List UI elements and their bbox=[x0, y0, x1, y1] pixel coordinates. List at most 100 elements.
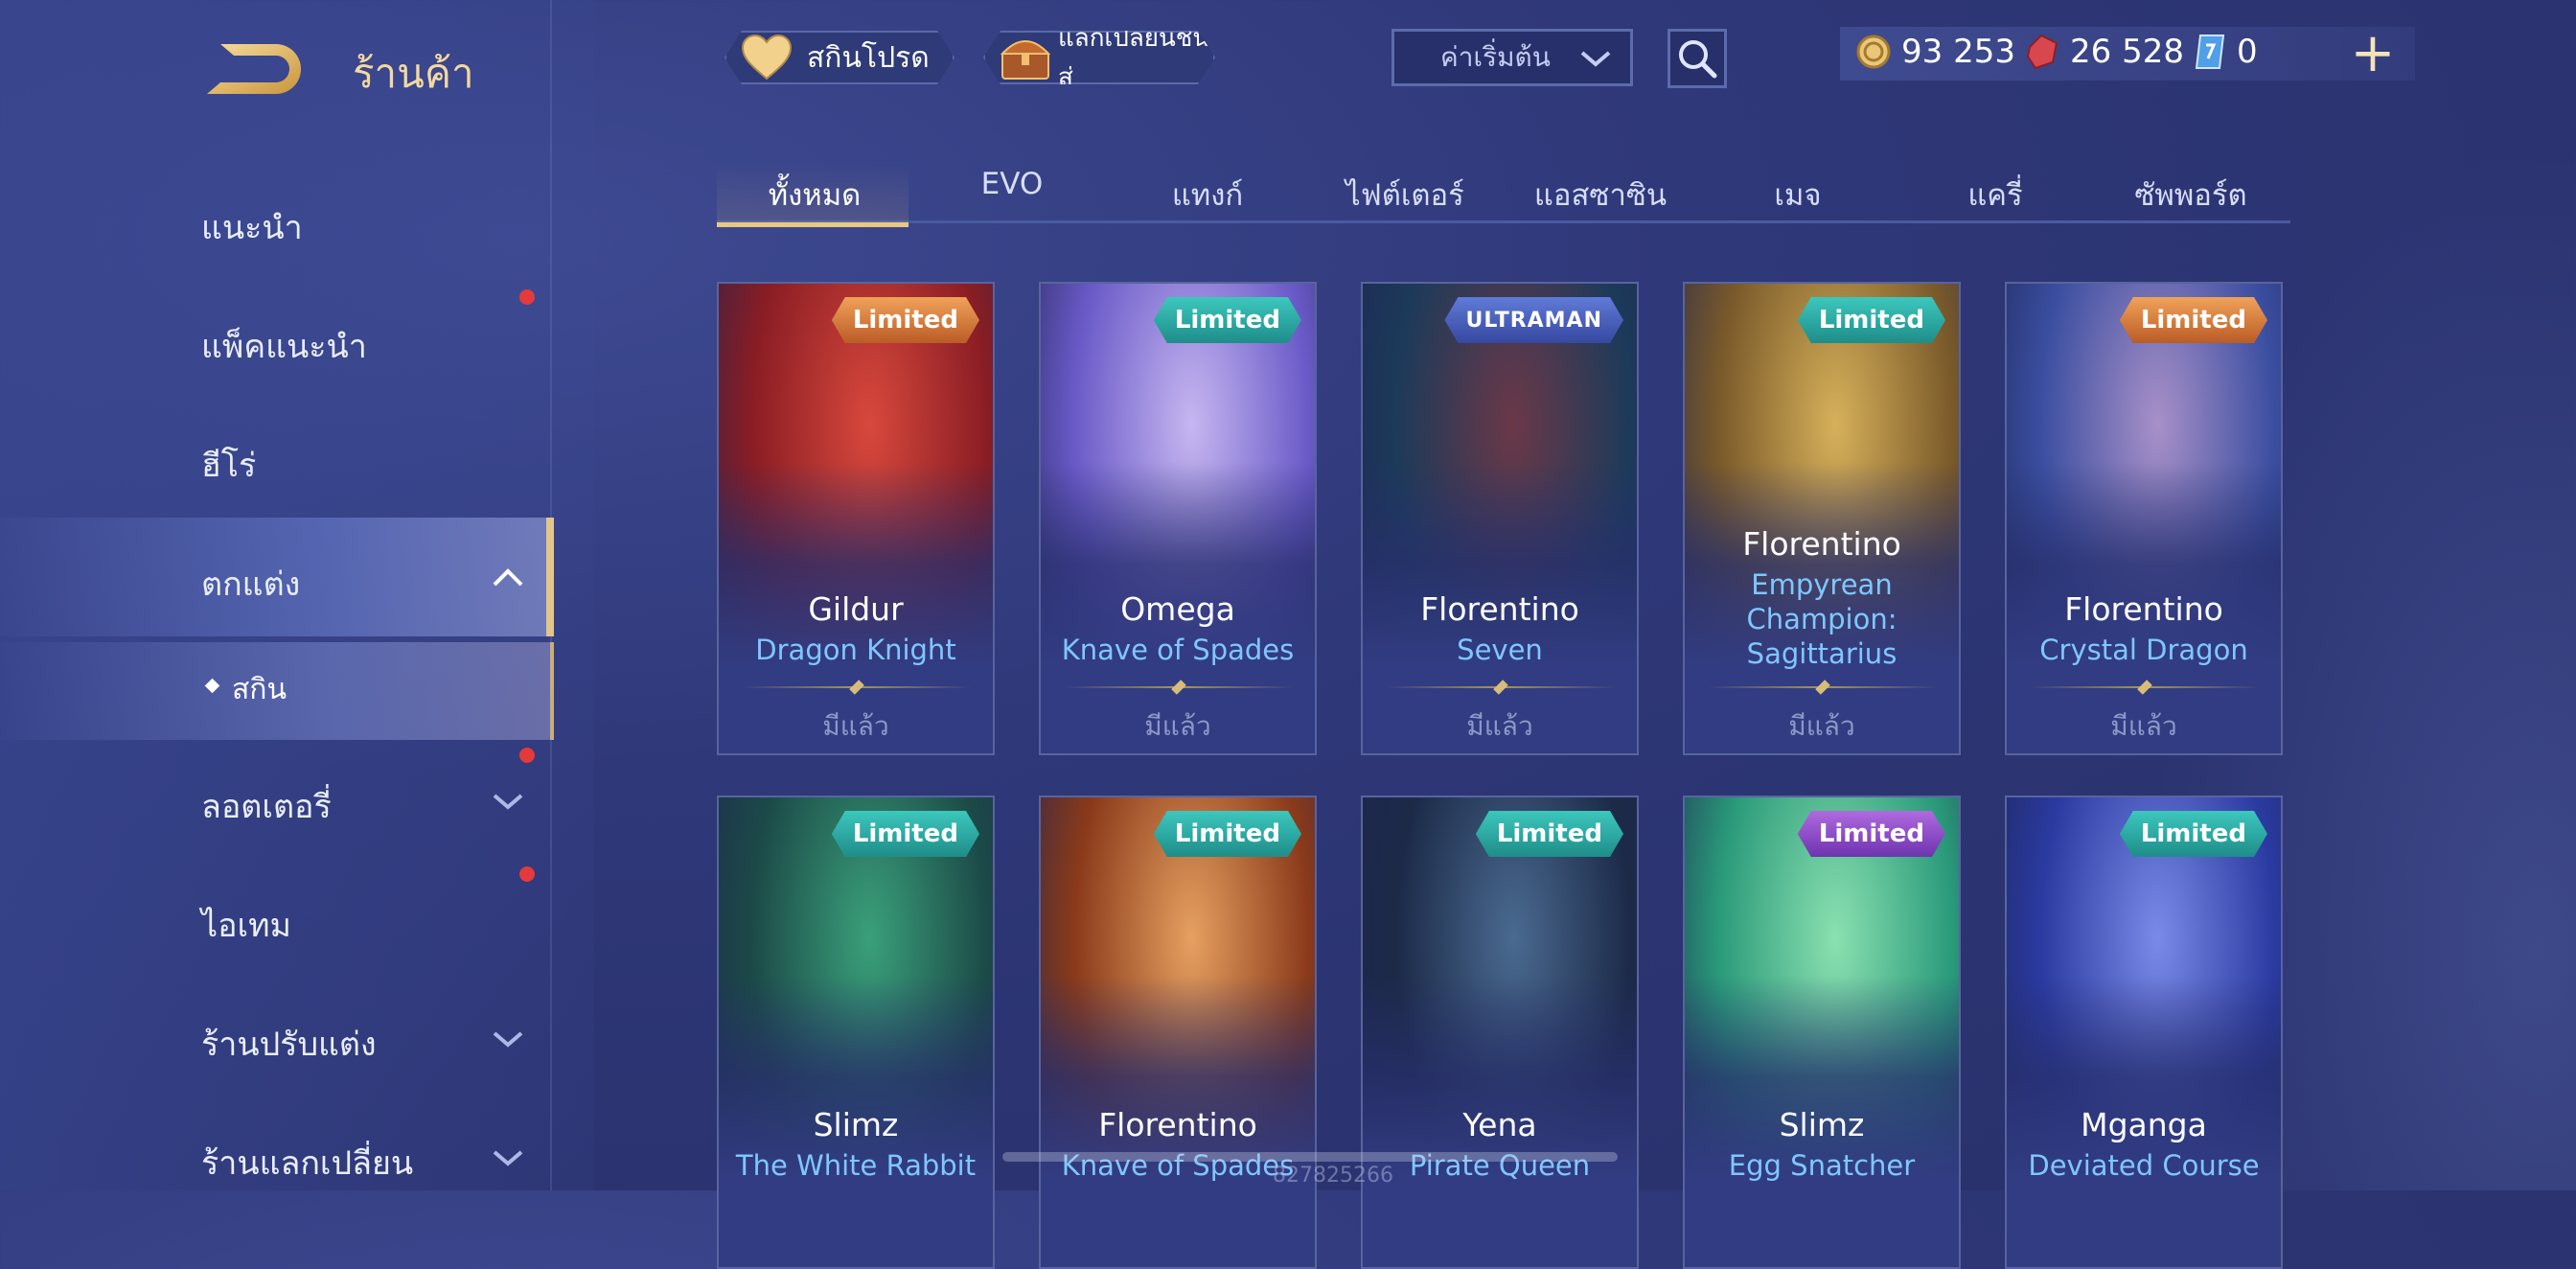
tab-fighter[interactable]: ไฟต์เตอร์ bbox=[1307, 163, 1503, 220]
back-button[interactable] bbox=[201, 36, 309, 96]
limited-badge: Limited bbox=[2120, 811, 2267, 857]
tab-label: เมจ bbox=[1774, 178, 1822, 213]
sidebar-item-items[interactable]: ไอเทม bbox=[0, 866, 554, 962]
skin-name: Empyrean Champion: Sagittarius bbox=[1746, 568, 1898, 670]
category-tabs: ทั้งหมด EVO แทงก์ ไฟต์เตอร์ แอสซาซิน เมจ… bbox=[717, 163, 2290, 227]
diamond-bullet-icon bbox=[204, 678, 220, 694]
limited-badge: Limited bbox=[2120, 297, 2267, 343]
skin-card[interactable]: Limited Omega Knave of Spades มีแล้ว bbox=[1039, 282, 1317, 755]
back-arrow-icon bbox=[207, 44, 301, 94]
tab-mage[interactable]: เมจ bbox=[1700, 163, 1896, 220]
skin-card[interactable]: Limited Slimz The White Rabbit bbox=[717, 796, 995, 1269]
sidebar-item-label: ลอตเตอรี่ bbox=[201, 788, 332, 826]
owned-status: มีแล้ว bbox=[1466, 710, 1533, 742]
ruby-gem-icon bbox=[2024, 34, 2060, 70]
skin-card[interactable]: Limited Yena Pirate Queen bbox=[1361, 796, 1639, 1269]
sidebar-item-label: ฮีโร่ bbox=[201, 447, 257, 485]
horizontal-scrollbar[interactable] bbox=[1002, 1152, 1618, 1162]
hero-name: Florentino bbox=[1420, 590, 1579, 628]
limited-badge: Limited bbox=[832, 811, 979, 857]
heart-icon bbox=[740, 31, 794, 84]
sidebar-subitem-label: สกิน bbox=[232, 673, 287, 706]
sidebar-item-label: ร้านปรับแต่ง bbox=[201, 1026, 377, 1064]
skin-name: Dragon Knight bbox=[755, 634, 956, 666]
sidebar-item-label: ร้านแลกเปลี่ยน bbox=[201, 1144, 414, 1183]
owned-status: มีแล้ว bbox=[2110, 710, 2177, 742]
sidebar-item-recommended-packs[interactable]: แพ็คแนะนำ bbox=[0, 289, 554, 383]
chevron-down-icon bbox=[1578, 45, 1613, 76]
notification-dot bbox=[519, 866, 535, 882]
skin-name: Deviated Course bbox=[2028, 1149, 2260, 1182]
hero-name: Florentino bbox=[2064, 590, 2223, 628]
skin-name: The White Rabbit bbox=[735, 1149, 977, 1182]
wishlist-button[interactable]: สกินโปรด bbox=[724, 31, 954, 84]
sidebar-item-recommended[interactable]: แนะนำ bbox=[0, 178, 554, 265]
hero-name: Yena bbox=[1462, 1106, 1537, 1143]
watermark-text: 827825266 bbox=[1273, 1164, 1393, 1188]
skin-name: Egg Snatcher bbox=[1728, 1149, 1916, 1182]
hero-name: Florentino bbox=[1742, 525, 1901, 563]
notification-dot bbox=[519, 289, 535, 305]
tab-label: แอสซาซิน bbox=[1533, 178, 1668, 213]
voucher-balance: 0 bbox=[2193, 33, 2258, 71]
limited-badge: Limited bbox=[832, 297, 979, 343]
sort-dropdown[interactable]: ค่าเริ่มต้น bbox=[1392, 29, 1633, 86]
voucher-amount: 0 bbox=[2237, 33, 2258, 71]
sidebar-item-exchange-shop[interactable]: ร้านแลกเปลี่ยน bbox=[0, 1114, 554, 1200]
exchange-button[interactable]: แลกเปลี่ยนชิ้นส่ bbox=[983, 31, 1215, 84]
hero-name: Mganga bbox=[2081, 1106, 2207, 1143]
tab-assassin[interactable]: แอสซาซิน bbox=[1503, 163, 1698, 220]
skin-card[interactable]: Limited Florentino Knave of Spades bbox=[1039, 796, 1317, 1269]
limited-badge: Limited bbox=[1476, 811, 1623, 857]
page-title: ร้านค้า bbox=[353, 50, 474, 97]
hero-name: Omega bbox=[1120, 590, 1235, 628]
hero-name: Florentino bbox=[1098, 1106, 1257, 1143]
tab-label: ไฟต์เตอร์ bbox=[1346, 178, 1464, 213]
tab-evo[interactable]: EVO bbox=[914, 163, 1110, 220]
gold-coin-icon bbox=[1855, 34, 1892, 70]
skin-card[interactable]: ULTRAMAN Florentino Seven มีแล้ว bbox=[1361, 282, 1639, 755]
limited-badge: Limited bbox=[1154, 811, 1301, 857]
tab-support[interactable]: ซัพพอร์ต bbox=[2093, 163, 2288, 220]
sidebar-item-label: ไอเทม bbox=[201, 907, 291, 945]
tab-label: ทั้งหมด bbox=[768, 178, 862, 213]
ruby-balance: 26 528 bbox=[2024, 33, 2184, 71]
skin-card[interactable]: Limited Gildur Dragon Knight มีแล้ว bbox=[717, 282, 995, 755]
notification-dot bbox=[519, 748, 535, 763]
limited-badge: Limited bbox=[1154, 297, 1301, 343]
treasure-chest-icon bbox=[999, 31, 1052, 84]
wishlist-label: สกินโปรด bbox=[807, 40, 930, 75]
skin-card[interactable]: Limited Florentino Crystal Dragon มีแล้ว bbox=[2005, 282, 2283, 755]
sidebar-item-decor[interactable]: ตกแต่ง bbox=[0, 518, 554, 636]
sidebar-item-customize-shop[interactable]: ร้านปรับแต่ง bbox=[0, 995, 554, 1081]
tab-carry[interactable]: แครี่ bbox=[1898, 163, 2093, 220]
owned-status: มีแล้ว bbox=[822, 710, 889, 742]
sidebar-item-label: แพ็คแนะนำ bbox=[201, 328, 367, 366]
tab-tank[interactable]: แทงก์ bbox=[1110, 163, 1305, 220]
skin-card[interactable]: Limited Mganga Deviated Course bbox=[2005, 796, 2283, 1269]
sidebar-item-heroes[interactable]: ฮีโร่ bbox=[0, 416, 554, 502]
skin-card[interactable]: Limited Slimz Egg Snatcher bbox=[1683, 796, 1961, 1269]
gold-amount: 93 253 bbox=[1901, 33, 2015, 71]
add-currency-button[interactable]: + bbox=[2350, 27, 2396, 82]
sidebar-item-lottery[interactable]: ลอตเตอรี่ bbox=[0, 748, 554, 843]
hero-name: Gildur bbox=[808, 590, 904, 628]
voucher-card-icon bbox=[2193, 34, 2227, 70]
tab-active-underline bbox=[717, 222, 908, 227]
tab-label: แครี่ bbox=[1967, 178, 2023, 213]
plus-icon: + bbox=[2350, 22, 2396, 84]
skin-name: Seven bbox=[1457, 634, 1543, 666]
sort-value: ค่าเริ่มต้น bbox=[1440, 41, 1551, 73]
chevron-down-icon bbox=[491, 790, 525, 817]
sidebar-item-label: ตกแต่ง bbox=[201, 565, 301, 604]
owned-status: มีแล้ว bbox=[1144, 710, 1211, 742]
search-button[interactable] bbox=[1668, 29, 1727, 88]
skin-card[interactable]: Limited Florentino Empyrean Champion: Sagi… bbox=[1683, 282, 1961, 755]
tab-all[interactable]: ทั้งหมด bbox=[717, 163, 912, 227]
gold-balance: 93 253 bbox=[1855, 33, 2015, 71]
search-icon bbox=[1679, 40, 1717, 79]
sidebar-item-label: แนะนำ bbox=[201, 209, 303, 247]
limited-badge: ULTRAMAN bbox=[1444, 297, 1623, 343]
sidebar-subitem-skins[interactable]: สกิน bbox=[0, 642, 554, 740]
hero-name: Slimz bbox=[1779, 1106, 1865, 1143]
